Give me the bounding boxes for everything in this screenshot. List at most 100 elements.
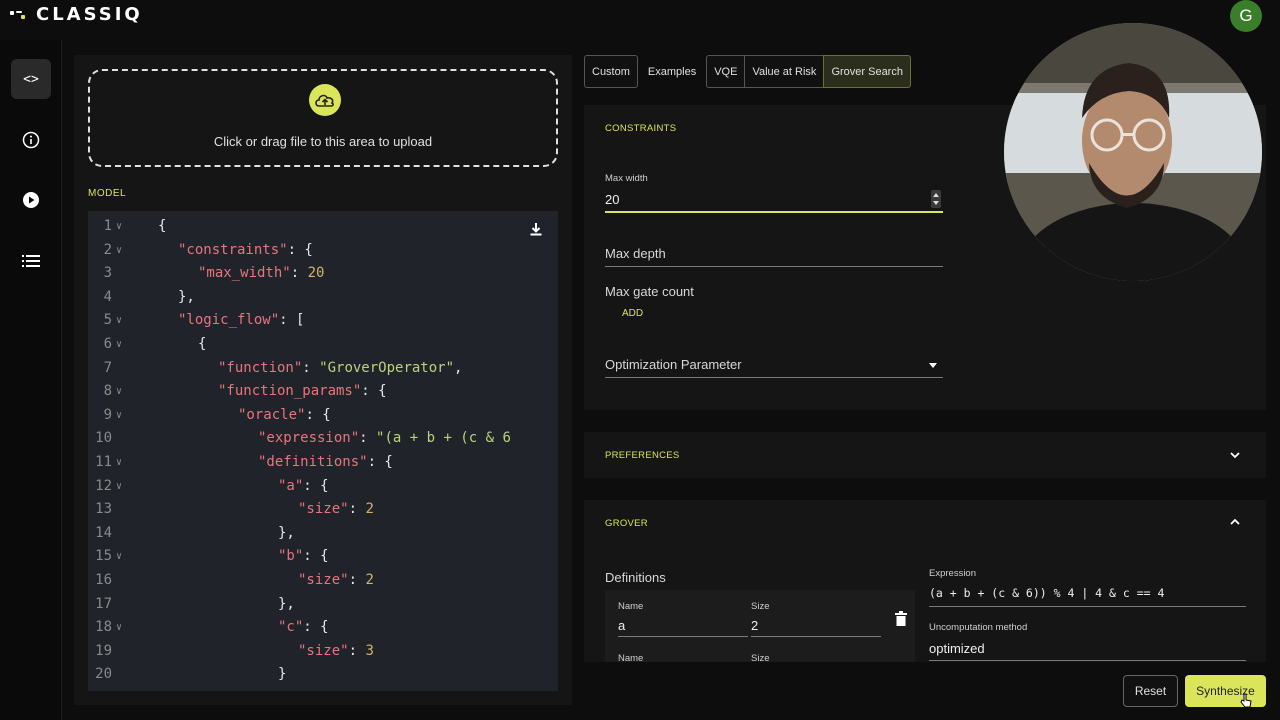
list-icon [22,255,40,267]
line-number: 6 [103,336,112,352]
code-text: "expression": "(a + b + (c & 6 [258,430,511,447]
add-gate-count-button[interactable]: ADD [622,308,643,319]
line-number: 18 [95,619,112,636]
chevron-down-icon[interactable] [1230,450,1240,460]
constraints-title: CONSTRAINTS [605,123,677,134]
max-width-input[interactable]: 20 [605,192,619,207]
code-line[interactable]: 6 ∨ { [88,333,558,356]
sidebar-item-info[interactable] [11,120,51,160]
line-number: 15 [95,548,112,565]
code-line[interactable]: 10 "expression": "(a + b + (c & 6 [88,427,558,450]
fold-chevron-icon[interactable]: ∨ [116,215,122,238]
line-number: 19 [95,642,112,659]
code-line[interactable]: 8 ∨ "function_params": { [88,380,558,403]
fold-chevron-icon[interactable]: ∨ [116,239,122,262]
max-width-label: Max width [605,173,648,184]
fold-chevron-icon[interactable]: ∨ [116,309,122,332]
sidebar-item-run[interactable] [11,180,51,220]
line-number: 11 [95,454,112,470]
name-label: Name [618,601,644,612]
line-number: 9 [103,406,112,423]
size-label: Size [751,601,770,612]
code-text: "function_params": { [218,383,387,400]
code-line[interactable]: 16 "size": 2 [88,569,558,592]
line-number: 12 [95,477,112,494]
line-number: 16 [95,572,112,588]
code-line[interactable]: 1 ∨ { [88,215,558,238]
line-number: 13 [95,501,112,518]
expression-underline [929,606,1246,607]
fold-chevron-icon[interactable]: ∨ [116,451,122,474]
fold-chevron-icon[interactable]: ∨ [116,475,122,498]
expression-input[interactable]: (a + b + (c & 6)) % 4 | 4 & c == 4 [929,586,1164,600]
line-number: 3 [103,265,112,282]
line-number: 5 [103,312,112,329]
preferences-card[interactable]: PREFERENCES [584,432,1266,478]
line-number: 17 [95,595,112,612]
preferences-title: PREFERENCES [605,450,680,461]
code-line[interactable]: 4}, [88,286,558,309]
code-text: }, [178,288,195,305]
code-line[interactable]: 13 "size": 2 [88,498,558,521]
optimization-parameter-select[interactable]: Optimization Parameter [605,357,742,372]
code-line[interactable]: 20} [88,663,558,686]
code-line[interactable]: 15 ∨ "b": { [88,545,558,568]
code-text: "function": "GroverOperator", [218,359,463,376]
sidebar-item-list[interactable] [11,241,51,281]
line-number: 14 [95,524,112,541]
fold-chevron-icon[interactable]: ∨ [116,380,122,403]
tab-custom[interactable]: Custom [584,55,638,88]
user-avatar[interactable]: G [1230,0,1262,32]
play-icon [23,192,39,208]
chevron-up-icon[interactable] [1230,517,1240,527]
line-number: 20 [95,666,112,683]
code-line[interactable]: 18 ∨ "c": { [88,616,558,639]
code-line[interactable]: 14}, [88,522,558,545]
code-line[interactable]: 5 ∨ "logic_flow": [ [88,309,558,332]
code-text: "oracle": { [238,406,331,423]
code-line[interactable]: 9 ∨ "oracle": { [88,404,558,427]
code-line[interactable]: 11 ∨ "definitions": { [88,451,558,474]
tab-value-at-risk[interactable]: Value at Risk [744,55,824,88]
definition-name-input[interactable]: a [618,618,625,633]
number-stepper[interactable] [931,190,941,208]
logo-mark-icon [10,8,30,22]
code-text: { [198,336,207,352]
fold-chevron-icon[interactable]: ∨ [116,404,122,427]
sidebar-item-code[interactable]: <> [11,59,51,99]
reset-button[interactable]: Reset [1123,675,1178,707]
code-text: }, [278,524,295,541]
fold-chevron-icon[interactable]: ∨ [116,333,122,356]
sidebar: <> [0,40,62,720]
code-line[interactable]: 2 ∨ "constraints": { [88,239,558,262]
uncomputation-method-select[interactable]: optimized [929,641,985,656]
code-line[interactable]: 19 "size": 3 [88,640,558,663]
fold-chevron-icon[interactable]: ∨ [116,616,122,639]
fold-chevron-icon[interactable]: ∨ [116,545,122,568]
definition-size-input[interactable]: 2 [751,618,758,633]
upload-dropzone[interactable]: Click or drag file to this area to uploa… [88,69,558,167]
uncomputation-method-label: Uncomputation method [929,622,1028,633]
code-text: "constraints": { [178,241,313,258]
classiq-logo[interactable]: CLASSIQ [10,4,143,25]
code-text: "max_width": 20 [198,265,325,282]
code-line[interactable]: 7 "function": "GroverOperator", [88,357,558,380]
presenter-image [1004,23,1262,281]
example-tabs: Custom Examples VQE Value at Risk Grover… [584,55,911,88]
synthesize-button[interactable]: Synthesize [1185,675,1266,707]
code-text: "a": { [278,477,329,494]
code-line[interactable]: 17}, [88,593,558,616]
tab-grover-search[interactable]: Grover Search [823,55,911,88]
max-width-underline [605,211,943,213]
definitions-label: Definitions [605,570,666,585]
hand-cursor-icon [1240,693,1252,708]
code-line[interactable]: 12 ∨ "a": { [88,475,558,498]
max-depth-input[interactable]: Max depth [605,246,666,261]
trash-icon[interactable] [895,611,907,626]
model-label: MODEL [88,188,127,199]
code-line[interactable]: 3 "max_width": 20 [88,262,558,285]
tab-examples[interactable]: Examples [638,55,706,88]
code-editor[interactable]: 1 ∨{2 ∨ "constraints": {3 "max_width": 20 4},… [88,211,558,691]
tab-vqe[interactable]: VQE [706,55,745,88]
code-text: { [158,218,167,234]
